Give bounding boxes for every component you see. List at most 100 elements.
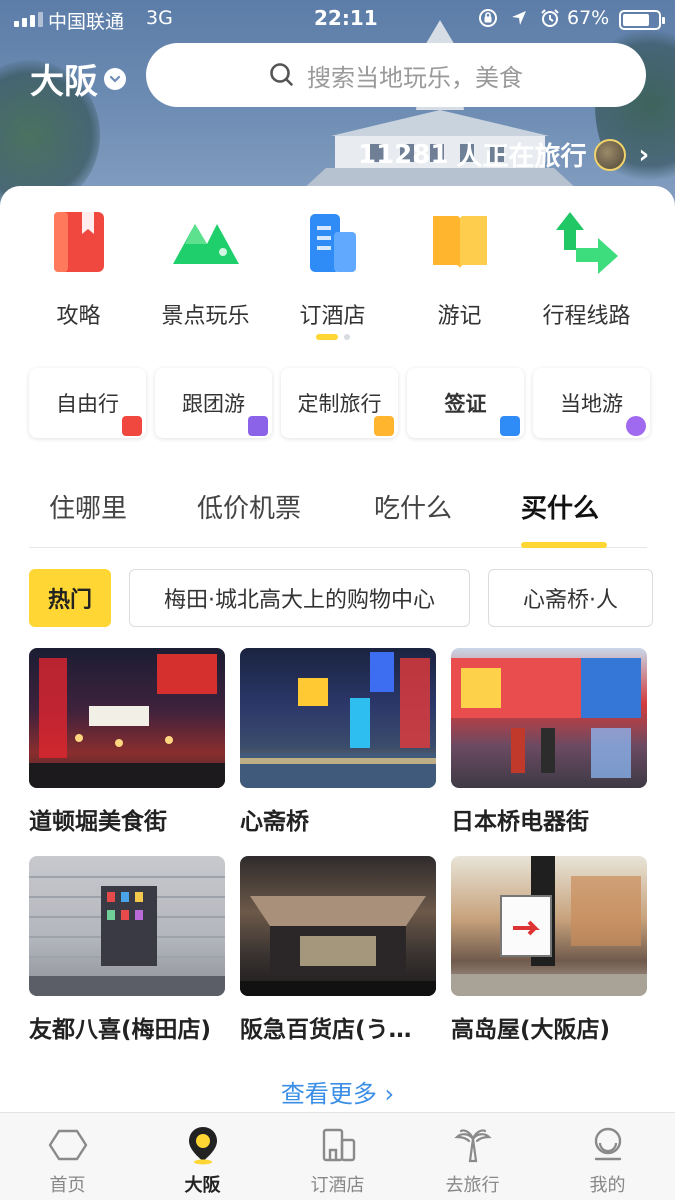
travelers-text: 人正在旅行 bbox=[456, 142, 587, 172]
chip-local-tour[interactable]: 当地游 bbox=[533, 368, 650, 438]
entry-attractions[interactable]: 景点玩乐 bbox=[142, 208, 269, 330]
poi-card[interactable]: 心斋桥 bbox=[240, 648, 436, 856]
signal-icon bbox=[14, 12, 43, 27]
tab-what-to-buy[interactable]: 买什么 bbox=[521, 488, 599, 525]
chip-custom-travel[interactable]: 定制旅行 bbox=[281, 368, 398, 438]
poi-name: 友都八喜(梅田店) bbox=[29, 1017, 212, 1043]
chip-label: 当地游 bbox=[560, 392, 623, 416]
alarm-icon bbox=[541, 9, 559, 27]
hotel-icon bbox=[316, 1125, 360, 1165]
poi-card[interactable]: 高岛屋(大阪店) bbox=[451, 856, 647, 1064]
profile-icon bbox=[586, 1125, 630, 1165]
chip-group-tour[interactable]: 跟团游 bbox=[155, 368, 272, 438]
battery-percent: 67% bbox=[567, 7, 610, 29]
poi-image bbox=[240, 648, 436, 788]
passport-icon bbox=[500, 416, 520, 436]
poi-name: 道顿堀美食街 bbox=[29, 809, 167, 835]
search-icon bbox=[270, 63, 293, 86]
poi-image bbox=[451, 648, 647, 788]
active-tab-indicator bbox=[521, 542, 607, 548]
status-bar: 中国联通 3G 22:11 67% bbox=[0, 0, 675, 38]
poi-image bbox=[240, 856, 436, 996]
nav-label: 我的 bbox=[589, 1175, 626, 1196]
tab-where-to-stay[interactable]: 住哪里 bbox=[49, 488, 127, 525]
chip-independent-travel[interactable]: 自由行 bbox=[29, 368, 146, 438]
chip-label: 跟团游 bbox=[182, 392, 245, 416]
open-book-icon bbox=[425, 208, 495, 278]
chip-label: 定制旅行 bbox=[297, 392, 382, 416]
search-input[interactable]: 搜索当地玩乐，美食 bbox=[146, 43, 646, 107]
poi-card[interactable]: 日本桥电器街 bbox=[451, 648, 647, 856]
entry-hotel[interactable]: 订酒店 bbox=[269, 208, 396, 330]
chip-label: 签证 bbox=[444, 392, 487, 416]
quick-entry-card: 攻略 景点玩乐 订酒店 游记 行程线路 自由行 跟团游 定制旅行 签证 当地游 bbox=[0, 186, 675, 462]
poi-image bbox=[29, 648, 225, 788]
tab-what-to-eat[interactable]: 吃什么 bbox=[374, 488, 452, 525]
service-chips: 自由行 跟团游 定制旅行 签证 当地游 bbox=[29, 368, 650, 438]
poi-image bbox=[29, 856, 225, 996]
travelers-banner[interactable]: 11281 人正在旅行 › bbox=[358, 136, 649, 173]
nav-destination[interactable]: 大阪 bbox=[135, 1113, 270, 1200]
flag-icon bbox=[248, 416, 268, 436]
tab-bar: 住哪里 低价机票 吃什么 买什么 bbox=[29, 462, 647, 548]
travelers-count: 11281 bbox=[358, 139, 449, 170]
nav-label: 去旅行 bbox=[445, 1175, 500, 1196]
city-selector[interactable]: 大阪 bbox=[30, 54, 126, 103]
page-indicator bbox=[316, 334, 350, 340]
hotel-building-icon bbox=[298, 208, 368, 278]
poi-card[interactable]: 道顿堀美食街 bbox=[29, 648, 225, 856]
entry-label: 攻略 bbox=[56, 304, 101, 329]
quick-entry-grid: 攻略 景点玩乐 订酒店 游记 行程线路 bbox=[0, 208, 675, 330]
palm-tree-icon bbox=[451, 1125, 495, 1165]
home-icon bbox=[46, 1125, 90, 1165]
entry-guide[interactable]: 攻略 bbox=[15, 208, 142, 330]
nav-label: 订酒店 bbox=[310, 1175, 365, 1196]
nav-home[interactable]: 首页 bbox=[0, 1113, 135, 1200]
entry-label: 行程线路 bbox=[542, 304, 631, 329]
poi-name: 日本桥电器街 bbox=[451, 809, 589, 835]
poi-image bbox=[451, 856, 647, 996]
poi-card[interactable]: 友都八喜(梅田店) bbox=[29, 856, 225, 1064]
entry-label: 订酒店 bbox=[299, 304, 366, 329]
nav-hotel[interactable]: 订酒店 bbox=[270, 1113, 405, 1200]
filter-row: 热门 梅田·城北高大上的购物中心 心斋桥·人 bbox=[29, 569, 675, 627]
poi-card[interactable]: 阪急百货店(う… bbox=[240, 856, 436, 1064]
entry-label: 景点玩乐 bbox=[161, 304, 250, 329]
battery-icon bbox=[619, 10, 665, 30]
destination-pin-icon bbox=[181, 1125, 225, 1165]
mountain-icon bbox=[171, 208, 241, 278]
view-more-link[interactable]: 查看更多 › bbox=[0, 1074, 675, 1109]
chip-visa[interactable]: 签证 bbox=[407, 368, 524, 438]
guide-book-icon bbox=[44, 208, 114, 278]
search-placeholder: 搜索当地玩乐，美食 bbox=[307, 63, 523, 92]
gift-icon bbox=[122, 416, 142, 436]
luggage-icon bbox=[374, 416, 394, 436]
network-type: 3G bbox=[146, 7, 173, 29]
recommendation-panel: 住哪里 低价机票 吃什么 买什么 热门 梅田·城北高大上的购物中心 心斋桥·人 … bbox=[0, 462, 675, 1112]
chevron-down-icon bbox=[104, 67, 126, 90]
poi-name: 高岛屋(大阪店) bbox=[451, 1017, 611, 1043]
balloon-icon bbox=[626, 416, 646, 436]
entry-label: 游记 bbox=[437, 304, 482, 329]
tab-cheap-flights[interactable]: 低价机票 bbox=[197, 488, 301, 525]
rotation-lock-icon bbox=[479, 9, 497, 27]
nav-label: 首页 bbox=[49, 1175, 86, 1196]
filter-shinsaibashi[interactable]: 心斋桥·人 bbox=[488, 569, 654, 627]
poi-name: 心斋桥 bbox=[240, 809, 309, 835]
avatar bbox=[594, 138, 627, 171]
city-name: 大阪 bbox=[30, 62, 98, 102]
filter-umeda[interactable]: 梅田·城北高大上的购物中心 bbox=[129, 569, 471, 627]
nav-travel[interactable]: 去旅行 bbox=[405, 1113, 540, 1200]
bottom-nav: 首页 大阪 订酒店 去旅行 我的 bbox=[0, 1112, 675, 1200]
nav-label: 大阪 bbox=[184, 1175, 221, 1196]
location-arrow-icon bbox=[512, 11, 526, 25]
nav-profile[interactable]: 我的 bbox=[540, 1113, 675, 1200]
carrier-name: 中国联通 bbox=[48, 11, 125, 33]
chip-label: 自由行 bbox=[56, 392, 119, 416]
chevron-right-icon: › bbox=[638, 139, 650, 170]
entry-travelogue[interactable]: 游记 bbox=[396, 208, 523, 330]
clock: 22:11 bbox=[314, 6, 378, 30]
route-icon bbox=[552, 208, 622, 278]
filter-hot[interactable]: 热门 bbox=[29, 569, 112, 627]
entry-route[interactable]: 行程线路 bbox=[523, 208, 650, 330]
